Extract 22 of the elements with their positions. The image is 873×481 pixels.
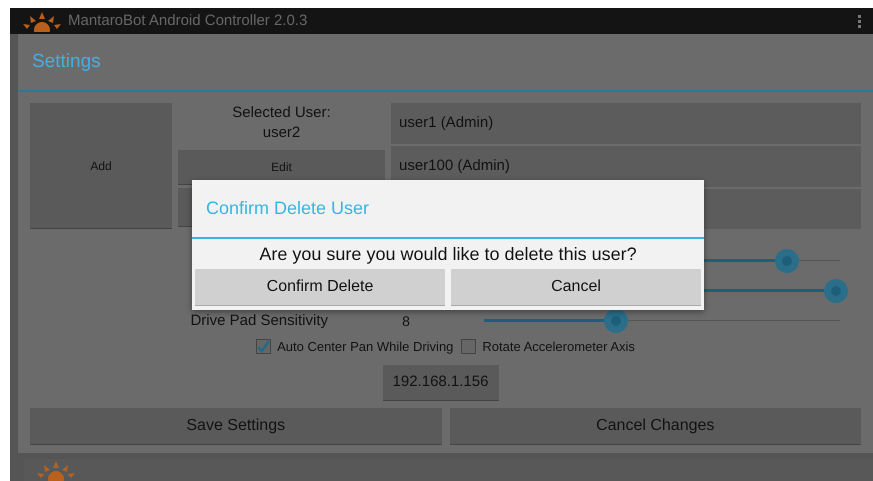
cancel-button[interactable]: Cancel Changes — [450, 408, 861, 444]
checkbox-label: Rotate Accelerometer Axis — [482, 338, 635, 356]
confirm-delete-button[interactable]: Confirm Delete — [195, 269, 445, 305]
cancel-button[interactable]: Cancel — [451, 269, 701, 305]
ip-address-button[interactable]: 192.168.1.156 — [382, 364, 498, 400]
check-icon — [257, 340, 270, 354]
add-button[interactable]: Add — [30, 103, 172, 228]
user-list-item[interactable]: user1 (Admin) — [391, 103, 861, 144]
checkbox[interactable] — [256, 339, 272, 354]
logo-icon — [34, 459, 78, 481]
slider-value: 8 — [401, 312, 411, 330]
settings-title: Settings — [32, 50, 101, 74]
menu-icon[interactable] — [858, 14, 861, 28]
slider-label: Drive Pad Sensitivity — [189, 310, 328, 331]
checkbox[interactable] — [461, 339, 476, 354]
logo-icon — [20, 10, 64, 32]
checkbox-label: Auto Center Pan While Driving — [277, 338, 454, 356]
app-title: MantaroBot Android Controller 2.0.3 — [68, 10, 308, 31]
save-button[interactable]: Save Settings — [30, 408, 442, 444]
selected-user-label: Selected User: user2 — [231, 103, 332, 143]
dialog-message: Are you sure you would like to delete this user? — [259, 243, 637, 266]
dialog-title: Confirm Delete User — [206, 197, 370, 220]
